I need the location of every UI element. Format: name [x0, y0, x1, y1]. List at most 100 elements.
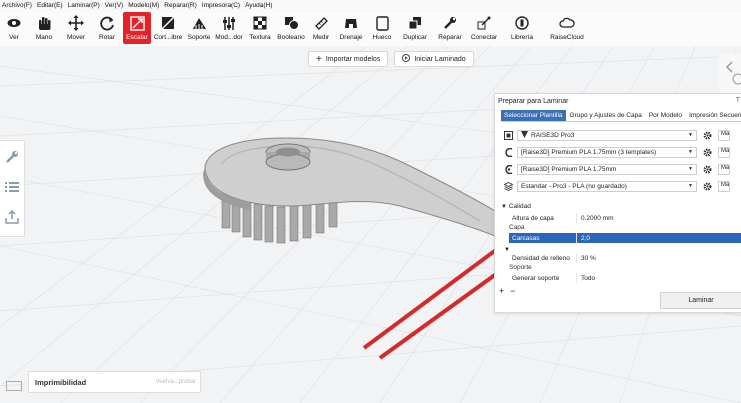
printability-title: Imprimibilidad — [35, 377, 87, 387]
menu-reparar[interactable]: Reparar(R) — [162, 2, 200, 9]
shells-value[interactable]: 2,0 — [576, 233, 741, 243]
menu-ayuda[interactable]: Ayuda(H) — [243, 2, 275, 9]
menu-impresora[interactable]: Impresora(C) — [200, 2, 243, 9]
filament1-row: [Raise3D] Premium PLA 1.75mm (3 template… — [503, 146, 741, 158]
tool-mano[interactable]: Mano — [30, 12, 58, 44]
quality-section-header[interactable]: ▼ Calidad — [501, 203, 531, 210]
filament2-more-button[interactable]: Más — [718, 163, 730, 175]
tool-label: Hueco — [372, 34, 392, 41]
wrench-icon[interactable] — [0, 143, 24, 171]
start-slicing-button[interactable]: Iniciar Laminado — [394, 51, 474, 67]
panel-title: Preparar para Laminar — [498, 98, 569, 105]
tab-per-model[interactable]: Por Modelo — [646, 110, 685, 121]
tab-divider — [501, 121, 741, 122]
remove-button[interactable]: − — [510, 286, 515, 296]
tool-mover[interactable]: Mover — [63, 12, 89, 44]
nozzle-icon — [521, 130, 528, 140]
menu-modelo[interactable]: Modelo(M) — [126, 2, 162, 9]
tool-hueco[interactable]: Hueco — [369, 12, 395, 44]
printer-icon — [503, 130, 513, 140]
tool-ver[interactable]: Ver — [2, 12, 26, 44]
tab-select-template[interactable]: Seleccionar Plantilla — [501, 110, 566, 121]
panel-close-icon[interactable]: T — [736, 97, 740, 104]
menu-editar[interactable]: Editar(E) — [35, 2, 66, 9]
tool-cortar[interactable]: Cort...ibre — [153, 12, 183, 44]
gear-icon[interactable] — [703, 182, 712, 191]
keyboard-icon[interactable] — [6, 381, 22, 391]
tool-soporte[interactable]: Soporte — [186, 12, 212, 44]
shells-row[interactable]: Carcasas 2,0 — [509, 233, 741, 243]
tool-modificador[interactable]: Mod...dor — [214, 12, 244, 44]
gear-icon[interactable] — [703, 131, 712, 140]
tool-label: RaiseCloud — [550, 34, 584, 41]
tool-escalar[interactable]: Escalar — [123, 12, 151, 44]
upload-icon[interactable] — [0, 203, 24, 231]
tool-medir[interactable]: Medir — [309, 12, 333, 44]
printer-select[interactable]: RAISE3D Pro3 ▼ — [517, 129, 697, 141]
extruder-right-icon — [503, 164, 513, 174]
gear-icon[interactable] — [703, 148, 712, 157]
tool-duplicar[interactable]: Duplicar — [400, 12, 430, 44]
printer-value: RAISE3D Pro3 — [531, 131, 575, 139]
filament2-select[interactable]: [Raise3D] Premium PLA 1.75mm ▼ — [517, 163, 697, 175]
tool-drenaje[interactable]: Drenaje — [337, 12, 365, 44]
tool-label: Soporte — [187, 34, 211, 41]
panel-tabs: Seleccionar Plantilla Grupo y Ajustes de… — [501, 110, 741, 121]
generate-support-row[interactable]: Generar soporte Todo — [509, 273, 741, 283]
duplicate-icon — [407, 15, 423, 31]
filament1-value: [Raise3D] Premium PLA 1.75mm (3 template… — [521, 148, 657, 156]
tab-group-layer-settings[interactable]: Grupo y Ajustes de Capa — [567, 110, 645, 121]
category-capa: Capa — [509, 224, 525, 231]
infill-density-row[interactable]: Densidad de relleno 30 % — [509, 253, 741, 263]
gear-icon[interactable] — [703, 165, 712, 174]
filament1-select[interactable]: [Raise3D] Premium PLA 1.75mm (3 template… — [517, 146, 697, 158]
layer-height-label: Altura de capa — [512, 214, 554, 222]
layer-height-row[interactable]: Altura de capa 0,2000 mm — [509, 213, 741, 223]
add-button[interactable]: + — [499, 286, 504, 296]
generate-support-value[interactable]: Todo — [576, 273, 741, 283]
printability-status[interactable]: Vuelva...probar — [156, 379, 196, 385]
tool-label: Cort...ibre — [153, 34, 183, 41]
tool-textura[interactable]: Textura — [247, 12, 273, 44]
tool-libreria[interactable]: Librería — [508, 12, 536, 44]
tool-label: Mano — [35, 34, 53, 41]
import-models-button[interactable]: + Importar modelos — [308, 51, 389, 67]
menu-ver[interactable]: Ver(V) — [103, 2, 126, 9]
profile-select[interactable]: Estandar - Pro3 - PLA (no guardado) ▼ — [517, 180, 697, 192]
layer-height-value[interactable]: 0,2000 mm — [576, 213, 741, 223]
tool-reparar[interactable]: Reparar — [436, 12, 464, 44]
menu-bar: Archivo(F) Editar(E) Laminar(P) Ver(V) M… — [0, 0, 741, 10]
ruler-icon — [313, 15, 329, 31]
start-slicing-label: Iniciar Laminado — [414, 55, 466, 63]
printer-more-button[interactable]: Más — [718, 129, 730, 141]
chevron-left-icon — [725, 61, 741, 85]
right-collapse-handle[interactable] — [719, 54, 741, 94]
tool-label: Escalar — [126, 34, 148, 41]
connect-icon — [476, 15, 492, 31]
shells-label: Carcasas — [512, 234, 540, 242]
tab-sequential-print[interactable]: Impresión Secuencial — [686, 110, 741, 121]
drain-icon — [343, 15, 359, 31]
tool-conectar[interactable]: Conectar — [469, 12, 499, 44]
tool-label: Reparar — [438, 34, 462, 41]
menu-archivo[interactable]: Archivo(F) — [0, 2, 35, 9]
move-icon — [68, 15, 84, 31]
support-icon — [191, 15, 207, 31]
tool-label: Ver — [9, 34, 19, 41]
cut-icon — [160, 15, 176, 31]
tool-booleano[interactable]: Booleano — [276, 12, 306, 44]
layers-icon — [503, 181, 513, 191]
quality-section-label: Calidad — [508, 203, 531, 210]
infill-density-value[interactable]: 30 % — [576, 253, 741, 263]
tool-raisecloud[interactable]: RaiseCloud — [549, 12, 585, 44]
import-models-label: Importar modelos — [325, 55, 381, 63]
menu-laminar[interactable]: Laminar(P) — [66, 2, 103, 9]
hand-icon — [36, 15, 52, 31]
slice-button[interactable]: Laminar — [660, 292, 741, 309]
filament1-more-button[interactable]: Más — [718, 146, 730, 158]
profile-more-button[interactable]: Más — [718, 180, 730, 192]
boolean-icon — [283, 15, 299, 31]
list-icon[interactable] — [0, 173, 24, 201]
tool-rotar[interactable]: Rotar — [95, 12, 119, 44]
tool-label: Booleano — [277, 34, 305, 41]
